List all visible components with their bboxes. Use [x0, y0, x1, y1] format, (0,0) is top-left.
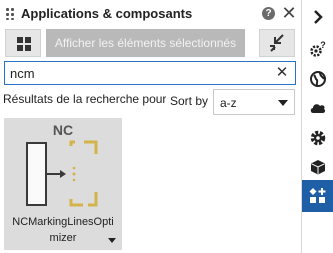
drag-grip-icon[interactable]	[6, 8, 16, 20]
sidebar-item-settings[interactable]	[302, 122, 333, 154]
sidebar-item-cloud[interactable]	[302, 92, 333, 124]
sort-select[interactable]: a-z	[213, 89, 295, 115]
sidebar-item-components[interactable]	[302, 180, 333, 212]
right-sidebar: ?	[301, 0, 333, 253]
close-icon[interactable]: ✕	[281, 3, 297, 23]
cloud-icon	[310, 104, 326, 113]
component-card[interactable]: NC NCMarkingLinesOptimizer	[4, 118, 122, 250]
globe-icon	[310, 71, 326, 87]
help-icon[interactable]: ?	[262, 7, 275, 20]
card-menu-icon[interactable]	[108, 238, 116, 243]
add-components-icon	[309, 188, 326, 203]
cube-icon	[311, 160, 325, 175]
grid-icon	[17, 37, 23, 43]
panel-titlebar: Applications & composants ? ✕	[0, 0, 301, 28]
panel-toolbar: Afficher les éléments sélectionnés	[0, 28, 301, 58]
sort-selected-value: a-z	[220, 96, 237, 110]
component-name: NCMarkingLinesOptimizer	[12, 216, 114, 244]
component-thumbnail: NC	[26, 122, 98, 207]
svg-text:?: ?	[320, 40, 326, 50]
search-input[interactable]	[10, 64, 265, 82]
results-label: Résultats de la recherche pour 'ncm'	[3, 92, 166, 106]
chevron-down-icon	[278, 100, 288, 106]
sidebar-item-globe[interactable]	[302, 63, 333, 95]
sidebar-item-expand[interactable]	[302, 1, 333, 33]
settings-help-icon: ?	[310, 40, 326, 57]
grid-view-button[interactable]	[5, 29, 41, 57]
panel-title: Applications & composants	[21, 6, 193, 21]
show-selected-button[interactable]: Afficher les éléments sélectionnés	[46, 29, 245, 57]
sidebar-item-settings-help[interactable]: ?	[302, 33, 333, 65]
component-badge: NC	[53, 122, 73, 138]
clear-search-icon[interactable]: ✕	[273, 63, 291, 83]
applications-panel: Applications & composants ? ✕ Afficher l…	[0, 0, 301, 253]
gear-icon	[310, 130, 326, 146]
chevron-right-icon	[314, 10, 323, 24]
collapse-button[interactable]	[259, 29, 295, 57]
sidebar-item-packages[interactable]	[302, 151, 333, 183]
search-box: ✕	[4, 61, 296, 85]
sort-label: Sort by	[170, 94, 209, 108]
collapse-arrows-icon	[270, 34, 284, 52]
